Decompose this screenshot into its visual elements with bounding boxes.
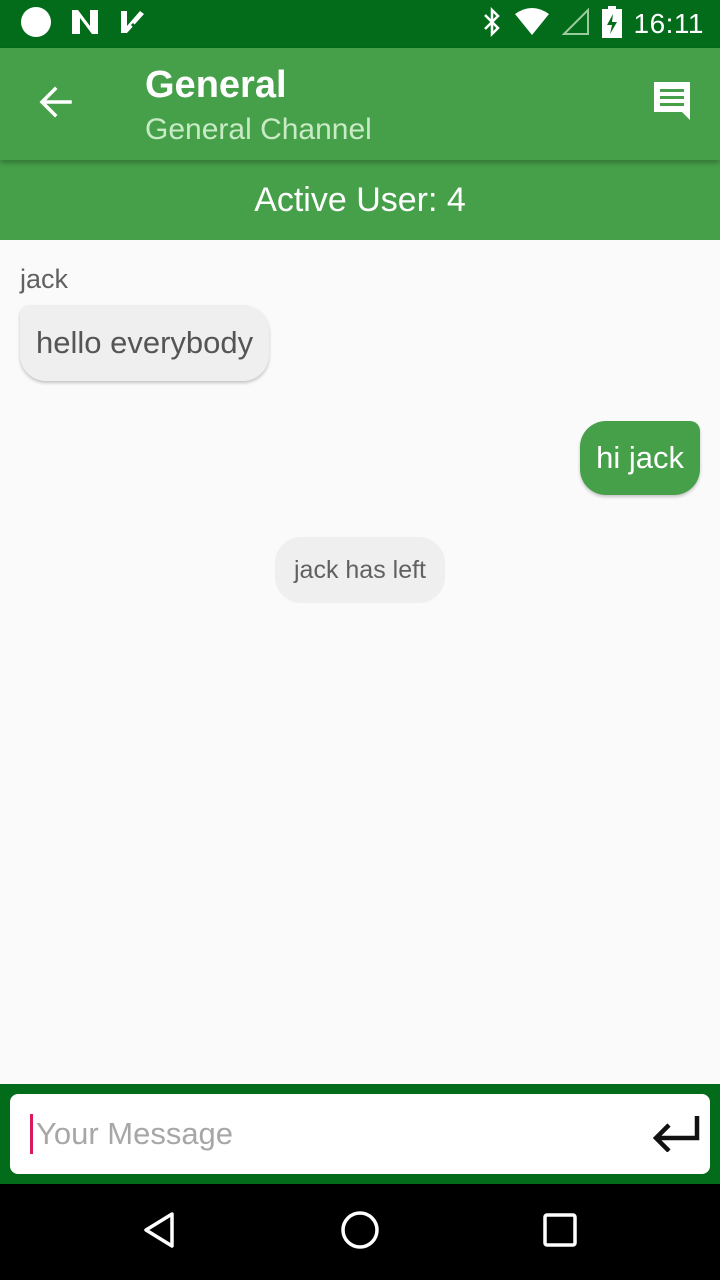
- cell-signal-icon: [561, 7, 590, 40]
- status-time: 16:11: [633, 8, 704, 39]
- system-message-text: jack has left: [293, 555, 426, 584]
- system-message: jack has left: [275, 537, 445, 603]
- message-input[interactable]: [36, 1094, 636, 1174]
- message-list[interactable]: jack hello everybody hi jack jack has le…: [0, 240, 720, 1084]
- navigation-bar: [0, 1184, 720, 1280]
- nav-recents-button[interactable]: [536, 1208, 584, 1256]
- circle-notification-icon: [20, 6, 52, 42]
- page-subtitle: General Channel: [145, 113, 372, 146]
- status-bar: 16:11: [0, 0, 720, 48]
- arrow-back-icon: [38, 84, 74, 124]
- back-button[interactable]: [24, 72, 88, 136]
- back-triangle-icon: [140, 1210, 180, 1254]
- bluetooth-icon: [482, 6, 502, 41]
- message-text: hello everybody: [36, 325, 254, 360]
- status-right-icons: 16:11: [482, 6, 705, 42]
- battery-charging-icon: [601, 6, 622, 42]
- text-caret: [30, 1114, 33, 1154]
- title-block: General General Channel: [145, 62, 372, 150]
- active-users-banner: Active User: 4: [0, 160, 720, 240]
- home-circle-icon: [340, 1210, 380, 1254]
- enter-return-icon: [651, 1112, 701, 1156]
- message-text: hi jack: [596, 440, 684, 475]
- outgoing-message-bubble[interactable]: hi jack: [580, 421, 700, 495]
- check-app-icon: [118, 8, 146, 40]
- incoming-message-bubble[interactable]: hello everybody: [20, 305, 270, 381]
- chat-icon: [651, 79, 693, 125]
- app-bar: General General Channel: [0, 48, 720, 160]
- message-input-box[interactable]: [10, 1094, 710, 1174]
- status-left-icons: [20, 6, 146, 42]
- recents-square-icon: [540, 1210, 580, 1254]
- message-sender-name: jack: [20, 264, 69, 294]
- nav-back-button[interactable]: [136, 1208, 184, 1256]
- page-title: General: [145, 64, 287, 106]
- active-users-text: Active User: 4: [254, 180, 466, 219]
- nav-home-button[interactable]: [336, 1208, 384, 1256]
- chat-button[interactable]: [648, 78, 696, 126]
- n-app-icon: [70, 8, 100, 40]
- wifi-icon: [514, 8, 550, 40]
- message-composer: [0, 1084, 720, 1184]
- send-button[interactable]: [648, 1108, 704, 1160]
